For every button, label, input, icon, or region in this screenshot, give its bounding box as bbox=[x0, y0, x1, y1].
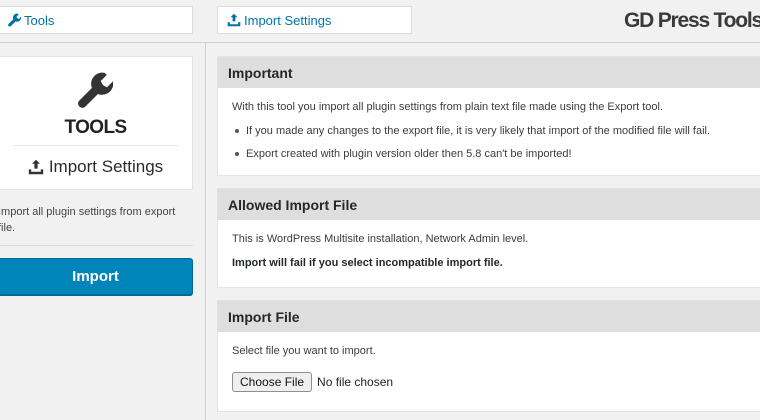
top-bar: Tools Import Settings GD Press Tools bbox=[0, 0, 760, 43]
breadcrumb-import-settings-link[interactable]: Import Settings bbox=[217, 6, 412, 34]
important-panel-heading: Important bbox=[218, 57, 760, 88]
vertical-divider bbox=[205, 43, 206, 420]
breadcrumb-tools-link[interactable]: Tools bbox=[0, 6, 193, 34]
list-item: If you made any changes to the export fi… bbox=[232, 124, 750, 138]
sidebar-separator bbox=[13, 145, 178, 146]
upload-tray-icon bbox=[227, 13, 241, 27]
sidebar-title: TOOLS bbox=[64, 117, 127, 138]
breadcrumb-import-settings-label: Import Settings bbox=[244, 12, 332, 28]
sidebar-subtitle: Import Settings bbox=[0, 157, 192, 177]
choose-file-button[interactable]: Choose File bbox=[232, 372, 313, 392]
allowed-line-network-admin: This is WordPress Multisite installation… bbox=[232, 233, 529, 245]
allowed-import-file-panel: Allowed Import File This is WordPress Mu… bbox=[217, 188, 760, 288]
sidebar-description: Import all plugin settings from export f… bbox=[0, 206, 176, 234]
important-panel: Important With this tool you import all … bbox=[217, 56, 760, 176]
allowed-line-warning: Import will fail if you select incompati… bbox=[232, 257, 503, 269]
import-file-heading: Import File bbox=[218, 301, 760, 332]
allowed-import-file-heading: Allowed Import File bbox=[218, 189, 760, 220]
wrench-icon bbox=[75, 71, 114, 109]
important-intro: With this tool you import all plugin set… bbox=[232, 101, 664, 113]
brand-title: GD Press Tools bbox=[623, 9, 760, 32]
list-item: Export created with plugin version older… bbox=[232, 147, 750, 161]
file-status: No file chosen bbox=[317, 375, 394, 389]
file-input: Choose File No file chosen bbox=[232, 372, 750, 392]
sidebar-card: TOOLS Import Settings bbox=[0, 56, 193, 190]
import-file-panel: Import File Select file you want to impo… bbox=[217, 300, 760, 412]
breadcrumb-tools-label: Tools bbox=[24, 12, 55, 28]
wrench-icon bbox=[7, 13, 21, 27]
upload-tray-icon bbox=[28, 159, 44, 175]
sidebar-subtitle-label: Import Settings bbox=[48, 157, 164, 176]
import-button[interactable]: Import bbox=[0, 258, 193, 295]
import-file-prompt: Select file you want to import. bbox=[232, 345, 376, 357]
sidebar-divider bbox=[0, 245, 193, 246]
important-list: If you made any changes to the export fi… bbox=[232, 124, 750, 161]
